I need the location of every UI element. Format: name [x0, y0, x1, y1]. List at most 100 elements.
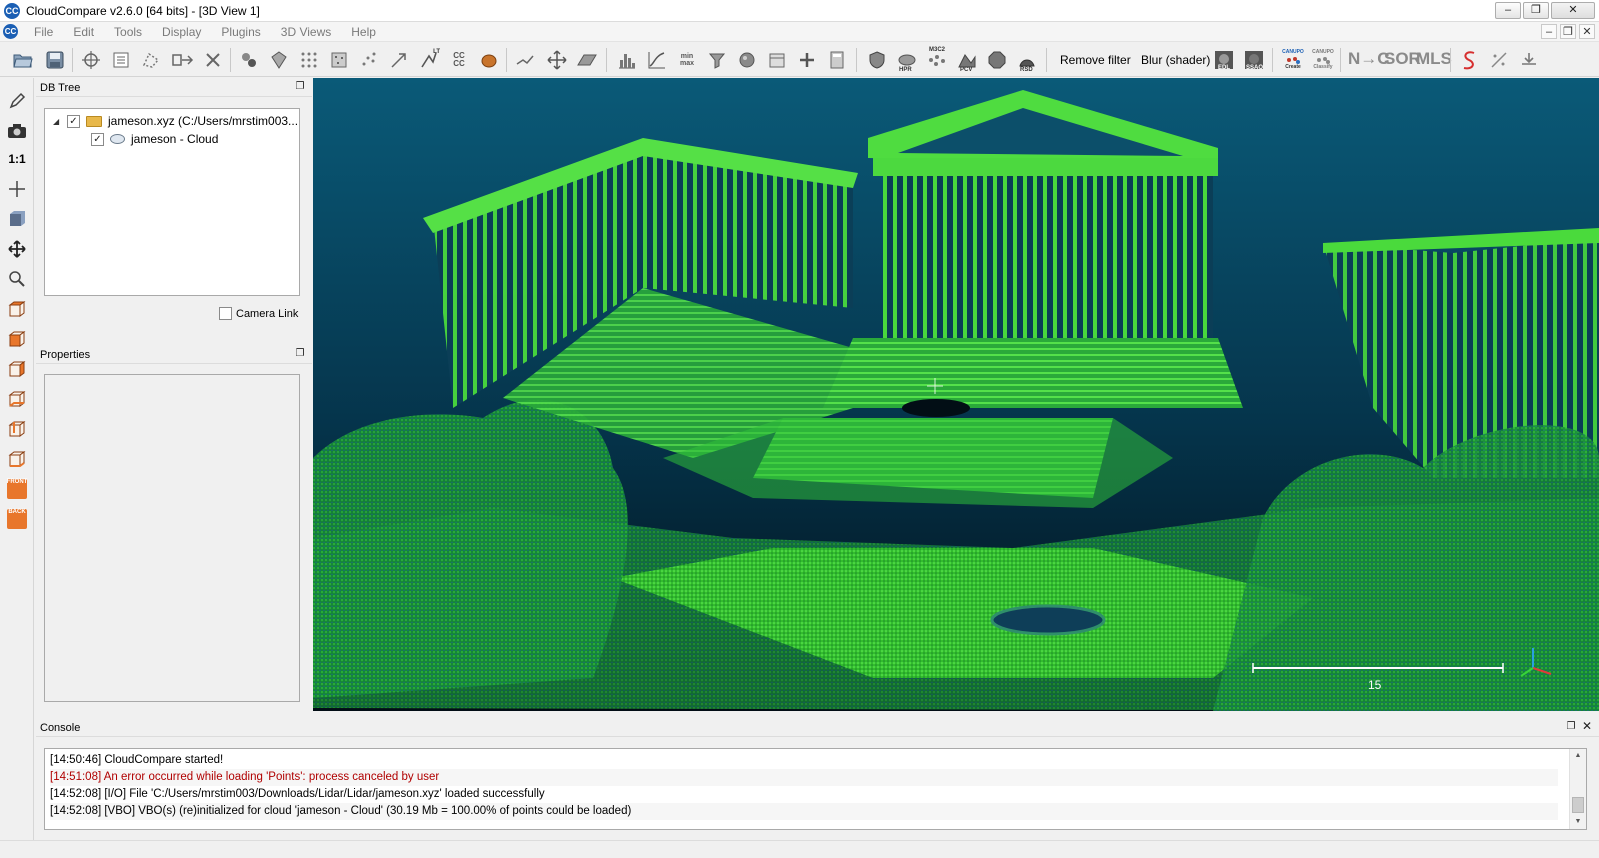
edl-icon[interactable]: EDL	[1213, 49, 1235, 71]
point-cloud-render[interactable]: 15	[313, 78, 1599, 711]
bottom-view-icon[interactable]	[6, 448, 28, 470]
close-button[interactable]: ✕	[1551, 2, 1595, 19]
arrow-points-icon[interactable]	[388, 49, 410, 71]
subsample-icon[interactable]	[268, 49, 290, 71]
scroll-down-arrow-icon[interactable]: ▼	[1570, 815, 1586, 829]
crosshair-icon[interactable]	[6, 178, 28, 200]
segment-icon[interactable]	[140, 49, 162, 71]
canupo-create-icon[interactable]: CANUPO Create	[1280, 49, 1306, 71]
add-plus-icon[interactable]	[796, 49, 818, 71]
camera-icon[interactable]	[6, 120, 28, 142]
properties-panel	[44, 374, 300, 702]
menu-display[interactable]: Display	[152, 25, 211, 39]
console-scrollbar[interactable]: ▲ ▼	[1569, 749, 1586, 829]
magnifier-icon[interactable]	[6, 268, 28, 290]
save-icon[interactable]	[44, 49, 66, 71]
window-controls: – ❐ ✕	[1495, 2, 1595, 19]
list-properties-icon[interactable]	[110, 49, 132, 71]
main-toolbar: LT CC CC min max HPR M3C2 PCV RSD Remove…	[0, 43, 1599, 77]
lt-icon[interactable]: LT	[418, 49, 440, 71]
open-folder-icon[interactable]	[12, 49, 34, 71]
hpr-icon[interactable]: HPR	[896, 49, 918, 73]
cc-compare-icon[interactable]: CC CC	[448, 49, 470, 71]
console-close-icon[interactable]: ✕	[1581, 720, 1593, 732]
dbtree-title: DB Tree	[40, 82, 81, 94]
console-line: [14:52:08] [I/O] File 'C:/Users/mrstim00…	[50, 788, 545, 800]
blur-shader-button[interactable]: Blur (shader)	[1141, 53, 1210, 67]
octagon-icon[interactable]	[986, 49, 1008, 71]
doc-restore-button[interactable]: ❐	[1560, 24, 1576, 39]
potato-mesh-icon[interactable]	[478, 49, 500, 71]
perspective-cube-icon[interactable]	[6, 208, 28, 230]
dbtree-float-icon[interactable]: ❐	[294, 81, 306, 93]
right-view-icon[interactable]	[6, 418, 28, 440]
filter-funnel-icon[interactable]	[706, 49, 728, 71]
sample-points-icon[interactable]	[328, 49, 350, 71]
ssao-icon[interactable]: SSAO	[1243, 49, 1265, 71]
top-view-icon[interactable]	[6, 298, 28, 320]
zoom-one-to-one-button[interactable]: 1:1	[6, 148, 28, 170]
plane-icon[interactable]	[576, 49, 598, 71]
camera-link-checkbox[interactable]	[219, 307, 232, 320]
mls-smooth-button[interactable]: MLS	[1416, 49, 1452, 69]
dbtree-panel: ◢ ✓ jameson.xyz (C:/Users/mrstim003... ✓…	[44, 108, 300, 296]
minimize-button[interactable]: –	[1495, 2, 1521, 19]
menu-tools[interactable]: Tools	[104, 25, 152, 39]
3d-view[interactable]: 15	[313, 78, 1599, 711]
s-curve-icon[interactable]	[1458, 49, 1480, 71]
chart-curve-icon[interactable]	[646, 49, 668, 71]
left-view-icon[interactable]	[6, 358, 28, 380]
scroll-thumb[interactable]	[1572, 797, 1584, 813]
calculator-icon[interactable]	[826, 49, 848, 71]
back-iso-view-icon[interactable]: BACK	[6, 508, 28, 530]
histogram-icon[interactable]	[616, 49, 638, 71]
menu-plugins[interactable]: Plugins	[211, 25, 270, 39]
restore-button[interactable]: ❐	[1523, 2, 1549, 19]
window-title: CloudCompare v2.6.0 [64 bits] - [3D View…	[26, 4, 260, 18]
document-logo-icon[interactable]: CC	[3, 24, 18, 39]
tree-item-label: jameson.xyz (C:/Users/mrstim003...	[108, 114, 299, 128]
dbtree-header: DB Tree ❐	[36, 79, 312, 97]
m3c2-icon[interactable]: M3C2	[926, 47, 948, 71]
move-tool-icon[interactable]	[546, 49, 568, 71]
scatter-settings-icon[interactable]	[1488, 49, 1510, 71]
pick-rotation-center-icon[interactable]	[80, 49, 102, 71]
tree-item-jameson-cloud[interactable]: ✓ jameson - Cloud	[91, 130, 218, 148]
translate-rotate-icon[interactable]	[172, 49, 194, 71]
remove-filter-button[interactable]: Remove filter	[1060, 53, 1131, 67]
pcv-icon[interactable]: PCV	[956, 49, 978, 73]
scroll-up-arrow-icon[interactable]: ▲	[1570, 749, 1586, 763]
calendar-grid-icon[interactable]	[766, 49, 788, 71]
delete-icon[interactable]	[202, 49, 224, 71]
sphere-icon[interactable]	[736, 49, 758, 71]
merge-icon[interactable]	[238, 49, 260, 71]
pan-move-icon[interactable]	[6, 238, 28, 260]
front-iso-view-icon[interactable]: FRONT	[6, 478, 28, 500]
jameson-xyz-checkbox[interactable]: ✓	[67, 114, 80, 128]
canupo-classify-icon[interactable]: CANUPO Classify	[1310, 49, 1336, 71]
shield-icon[interactable]	[866, 49, 888, 71]
back-view-icon[interactable]	[6, 388, 28, 410]
scatter-points-icon[interactable]	[358, 49, 380, 71]
cloud-export-icon[interactable]	[1518, 49, 1540, 71]
polyline-icon[interactable]	[514, 49, 536, 71]
front-view-icon[interactable]	[6, 328, 28, 350]
jameson-cloud-checkbox[interactable]: ✓	[91, 132, 104, 146]
menu-edit[interactable]: Edit	[63, 25, 104, 39]
doc-close-button[interactable]: ✕	[1579, 24, 1595, 39]
camera-link-row: Camera Link	[44, 303, 300, 325]
console-float-icon[interactable]: ❐	[1565, 721, 1577, 733]
scale-bar-label: 15	[1368, 678, 1382, 692]
tree-item-jameson-xyz[interactable]: ◢ ✓ jameson.xyz (C:/Users/mrstim003...	[53, 112, 298, 130]
collapse-arrow-icon[interactable]: ◢	[53, 117, 63, 126]
noise-filter-icon[interactable]	[298, 49, 320, 71]
menu-help[interactable]: Help	[341, 25, 386, 39]
min-max-icon[interactable]: min max	[676, 49, 698, 71]
rsd-icon[interactable]: RSD	[1016, 49, 1038, 73]
doc-minimize-button[interactable]: –	[1541, 24, 1557, 39]
document-window-controls: – ❐ ✕	[1541, 24, 1595, 39]
properties-float-icon[interactable]: ❐	[294, 348, 306, 360]
pencil-icon[interactable]	[6, 90, 28, 112]
menu-3d-views[interactable]: 3D Views	[271, 25, 341, 39]
menu-file[interactable]: File	[24, 25, 63, 39]
